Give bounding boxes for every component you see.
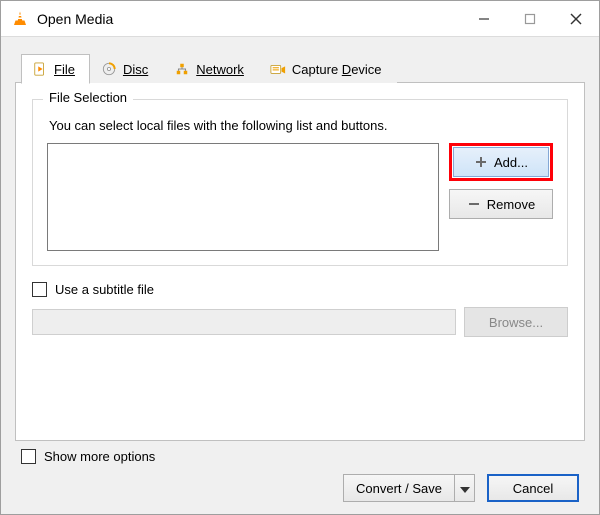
button-label: Remove bbox=[487, 197, 535, 212]
window-controls bbox=[461, 1, 599, 36]
disc-icon bbox=[101, 61, 117, 77]
minimize-button[interactable] bbox=[461, 1, 507, 36]
add-button[interactable]: Add... bbox=[453, 147, 549, 177]
tab-file[interactable]: File bbox=[21, 54, 90, 84]
file-icon bbox=[32, 61, 48, 77]
vlc-cone-icon bbox=[11, 10, 29, 28]
titlebar: Open Media bbox=[1, 1, 599, 37]
remove-button[interactable]: Remove bbox=[449, 189, 553, 219]
subtitle-checkbox[interactable] bbox=[32, 282, 47, 297]
tab-label: Capture Device bbox=[292, 62, 382, 77]
show-more-label: Show more options bbox=[44, 449, 155, 464]
capture-device-icon bbox=[270, 61, 286, 77]
file-list[interactable] bbox=[47, 143, 439, 251]
action-row: Convert / Save Cancel bbox=[21, 474, 579, 502]
button-label: Cancel bbox=[513, 481, 553, 496]
convert-save-dropdown[interactable] bbox=[455, 474, 475, 502]
subtitle-path-row: Browse... bbox=[32, 307, 568, 337]
tab-capture-device[interactable]: Capture Device bbox=[259, 54, 397, 83]
file-panel: File Selection You can select local file… bbox=[15, 82, 585, 441]
convert-save-main[interactable]: Convert / Save bbox=[343, 474, 455, 502]
button-label: Add... bbox=[494, 155, 528, 170]
tab-strip: File Disc bbox=[21, 49, 585, 83]
tab-label: File bbox=[54, 62, 75, 77]
button-label: Browse... bbox=[489, 315, 543, 330]
file-button-column: Add... Remove bbox=[449, 143, 553, 251]
show-more-row: Show more options bbox=[21, 449, 579, 464]
plus-icon bbox=[474, 155, 488, 169]
window-title: Open Media bbox=[37, 11, 461, 27]
file-selection-group: File Selection You can select local file… bbox=[32, 99, 568, 266]
group-legend: File Selection bbox=[43, 90, 133, 105]
bottom-area: Show more options Convert / Save Cancel bbox=[15, 441, 585, 506]
cancel-button[interactable]: Cancel bbox=[487, 474, 579, 502]
tab-label: Disc bbox=[123, 62, 148, 77]
tab-network[interactable]: Network bbox=[163, 54, 259, 83]
subtitle-checkbox-row: Use a subtitle file bbox=[32, 282, 568, 297]
subtitle-path-field bbox=[32, 309, 456, 335]
browse-button: Browse... bbox=[464, 307, 568, 337]
subtitle-label: Use a subtitle file bbox=[55, 282, 154, 297]
tab-disc[interactable]: Disc bbox=[90, 54, 163, 83]
client-area: File Disc bbox=[1, 37, 599, 514]
maximize-button[interactable] bbox=[507, 1, 553, 36]
show-more-checkbox[interactable] bbox=[21, 449, 36, 464]
network-icon bbox=[174, 61, 190, 77]
file-selection-hint: You can select local files with the foll… bbox=[49, 118, 553, 133]
file-row: Add... Remove bbox=[47, 143, 553, 251]
close-button[interactable] bbox=[553, 1, 599, 36]
open-media-window: Open Media File bbox=[0, 0, 600, 515]
subtitle-group: Use a subtitle file Browse... bbox=[32, 278, 568, 337]
button-label: Convert / Save bbox=[356, 481, 442, 496]
minus-icon bbox=[467, 197, 481, 211]
tab-label: Network bbox=[196, 62, 244, 77]
convert-save-button[interactable]: Convert / Save bbox=[343, 474, 475, 502]
chevron-down-icon bbox=[460, 481, 470, 496]
add-button-highlight: Add... bbox=[449, 143, 553, 181]
